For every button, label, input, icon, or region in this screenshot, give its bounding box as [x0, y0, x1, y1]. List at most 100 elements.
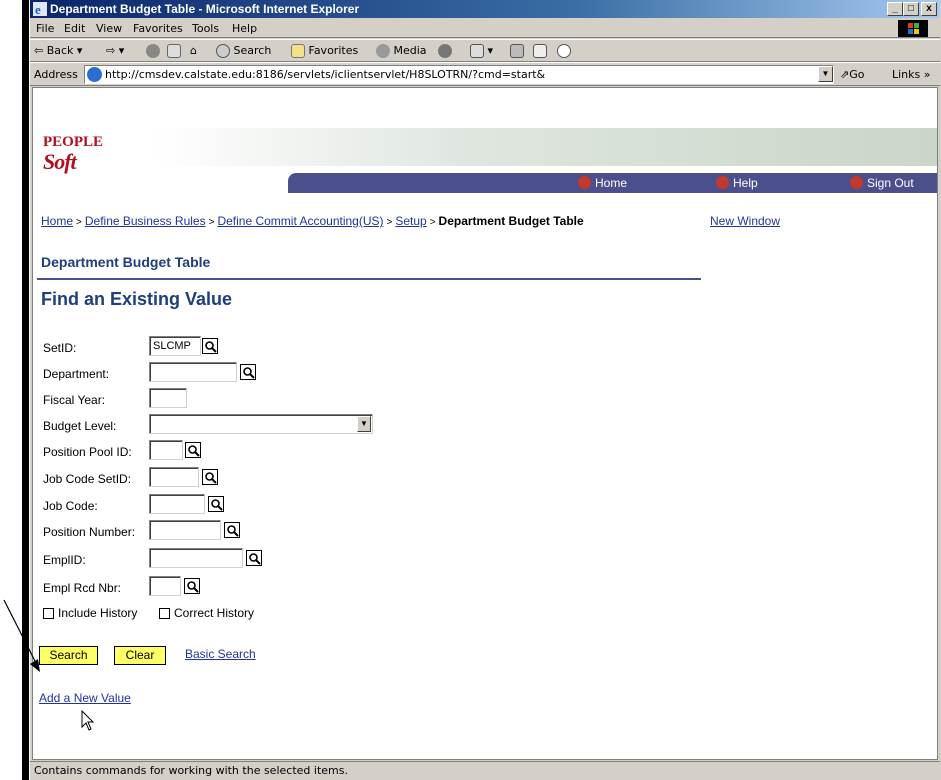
job-code-setid-input[interactable] — [149, 467, 199, 487]
nav-help-label: Help — [733, 176, 758, 190]
nav-help[interactable]: Help — [716, 176, 758, 190]
menu-tools[interactable]: Tools — [192, 22, 219, 35]
home-icon[interactable]: ⌂ — [190, 44, 197, 57]
add-new-value-link[interactable]: Add a New Value — [39, 691, 131, 705]
go-button[interactable]: ⇗Go — [840, 68, 864, 81]
nav-home[interactable]: Home — [578, 176, 627, 190]
back-button[interactable]: ⇦ Back ▾ — [34, 44, 82, 57]
correct-history-checkbox[interactable] — [159, 608, 170, 619]
search-button[interactable]: Search — [216, 44, 271, 58]
address-input[interactable]: http://cmsdev.calstate.edu:8186/servlets… — [84, 65, 834, 84]
page-header: Department Budget Table — [41, 254, 211, 270]
breadcrumb: Home > Define Business Rules > Define Commit… — [41, 214, 584, 228]
include-history-label: Include History — [58, 606, 138, 620]
budget-level-dropdown-icon[interactable]: ▼ — [357, 416, 371, 432]
links-button[interactable]: Links » — [892, 68, 931, 81]
history-icon[interactable] — [438, 44, 452, 58]
go-label: Go — [849, 68, 865, 81]
position-number-label: Position Number: — [43, 525, 136, 539]
empl-rcd-nbr-input[interactable] — [149, 576, 181, 596]
emplid-lookup-icon[interactable] — [246, 550, 262, 566]
close-button[interactable]: x — [921, 2, 937, 16]
mouse-cursor-icon — [81, 710, 95, 731]
empl-rcd-nbr-lookup-icon[interactable] — [184, 578, 200, 594]
peoplesoft-logo: PEOPLE Soft — [43, 132, 103, 174]
media-button[interactable]: Media — [376, 44, 427, 58]
title-bar: e Department Budget Table - Microsoft In… — [30, 0, 940, 18]
nav-signout-label: Sign Out — [867, 176, 914, 190]
search-label: Search — [233, 44, 272, 57]
setid-label: SetID: — [43, 341, 77, 355]
position-number-input[interactable] — [149, 520, 221, 540]
setid-lookup-icon[interactable] — [202, 338, 218, 354]
menu-file[interactable]: File — [36, 22, 54, 35]
logo-bottom: Soft — [43, 149, 77, 174]
menu-view[interactable]: View — [96, 22, 122, 35]
search-icon — [216, 44, 230, 58]
banner-gradient — [153, 128, 937, 166]
job-code-input[interactable] — [149, 494, 205, 514]
stop-icon[interactable] — [146, 44, 160, 58]
include-history-checkbox[interactable] — [43, 608, 54, 619]
refresh-icon[interactable] — [167, 44, 181, 58]
basic-search-link[interactable]: Basic Search — [185, 647, 256, 661]
menu-help[interactable]: Help — [232, 22, 257, 35]
page-title: Find an Existing Value — [41, 289, 233, 309]
media-label: Media — [393, 44, 427, 57]
mail-icon[interactable]: ▾ — [470, 44, 493, 58]
menu-favorites[interactable]: Favorites — [133, 22, 183, 35]
home-icon — [578, 176, 591, 189]
breadcrumb-setup[interactable]: Setup — [395, 214, 426, 228]
edit-icon[interactable] — [533, 44, 547, 58]
forward-button[interactable]: ⇨ ▾ — [106, 44, 124, 57]
window-title: Department Budget Table - Microsoft Inte… — [50, 2, 360, 16]
emplid-label: EmplID: — [43, 553, 86, 567]
toolbar: ⇦ Back ▾ ⇨ ▾ ⌂ Search Favorites Media ▾ — [30, 39, 940, 62]
help-icon — [716, 176, 729, 189]
menu-edit[interactable]: Edit — [64, 22, 85, 35]
menu-bar: File Edit View Favorites Tools Help — [30, 18, 940, 38]
emplid-input[interactable] — [149, 548, 243, 568]
job-code-setid-lookup-icon[interactable] — [202, 469, 218, 485]
discuss-icon[interactable] — [557, 44, 571, 58]
position-pool-id-lookup-icon[interactable] — [185, 442, 201, 458]
favorites-label: Favorites — [308, 44, 359, 57]
page-icon — [87, 67, 102, 82]
clear-button[interactable]: Clear — [114, 646, 166, 665]
budget-level-select[interactable] — [149, 414, 373, 434]
job-code-setid-label: Job Code SetID: — [43, 472, 132, 486]
ie-icon: e — [33, 2, 47, 16]
back-label: Back — [46, 44, 74, 57]
job-code-label: Job Code: — [43, 499, 98, 513]
peoplesoft-banner: PEOPLE Soft — [33, 88, 937, 174]
job-code-lookup-icon[interactable] — [208, 496, 224, 512]
fiscal-year-label: Fiscal Year: — [43, 393, 106, 407]
windows-logo-icon — [898, 20, 928, 37]
print-icon[interactable] — [510, 44, 524, 58]
favorites-button[interactable]: Favorites — [291, 44, 358, 58]
breadcrumb-define-business-rules[interactable]: Define Business Rules — [85, 214, 206, 228]
header-divider — [37, 278, 701, 280]
position-pool-id-input[interactable] — [149, 440, 183, 460]
breadcrumb-home[interactable]: Home — [41, 214, 73, 228]
setid-input[interactable]: SLCMP — [149, 336, 201, 356]
left-border — [22, 0, 29, 780]
fiscal-year-input[interactable] — [149, 388, 187, 408]
address-dropdown-icon[interactable]: ▼ — [818, 66, 833, 82]
correct-history-label: Correct History — [174, 606, 255, 620]
browser-window: e Department Budget Table - Microsoft In… — [29, 0, 941, 780]
department-input[interactable] — [149, 362, 237, 382]
department-lookup-icon[interactable] — [240, 364, 256, 380]
links-label: Links — [892, 68, 921, 81]
new-window-link[interactable]: New Window — [710, 214, 780, 228]
position-number-lookup-icon[interactable] — [224, 522, 240, 538]
search-button[interactable]: Search — [39, 646, 98, 665]
breadcrumb-define-commit-accounting[interactable]: Define Commit Accounting(US) — [217, 214, 383, 228]
svg-text:e: e — [35, 2, 41, 16]
address-label: Address — [34, 68, 78, 81]
nav-signout[interactable]: Sign Out — [850, 176, 914, 190]
breadcrumb-separator: > — [76, 217, 82, 228]
status-bar: Contains commands for working with the s… — [30, 761, 940, 780]
maximize-button[interactable]: □ — [903, 2, 919, 16]
minimize-button[interactable]: _ — [887, 2, 903, 16]
